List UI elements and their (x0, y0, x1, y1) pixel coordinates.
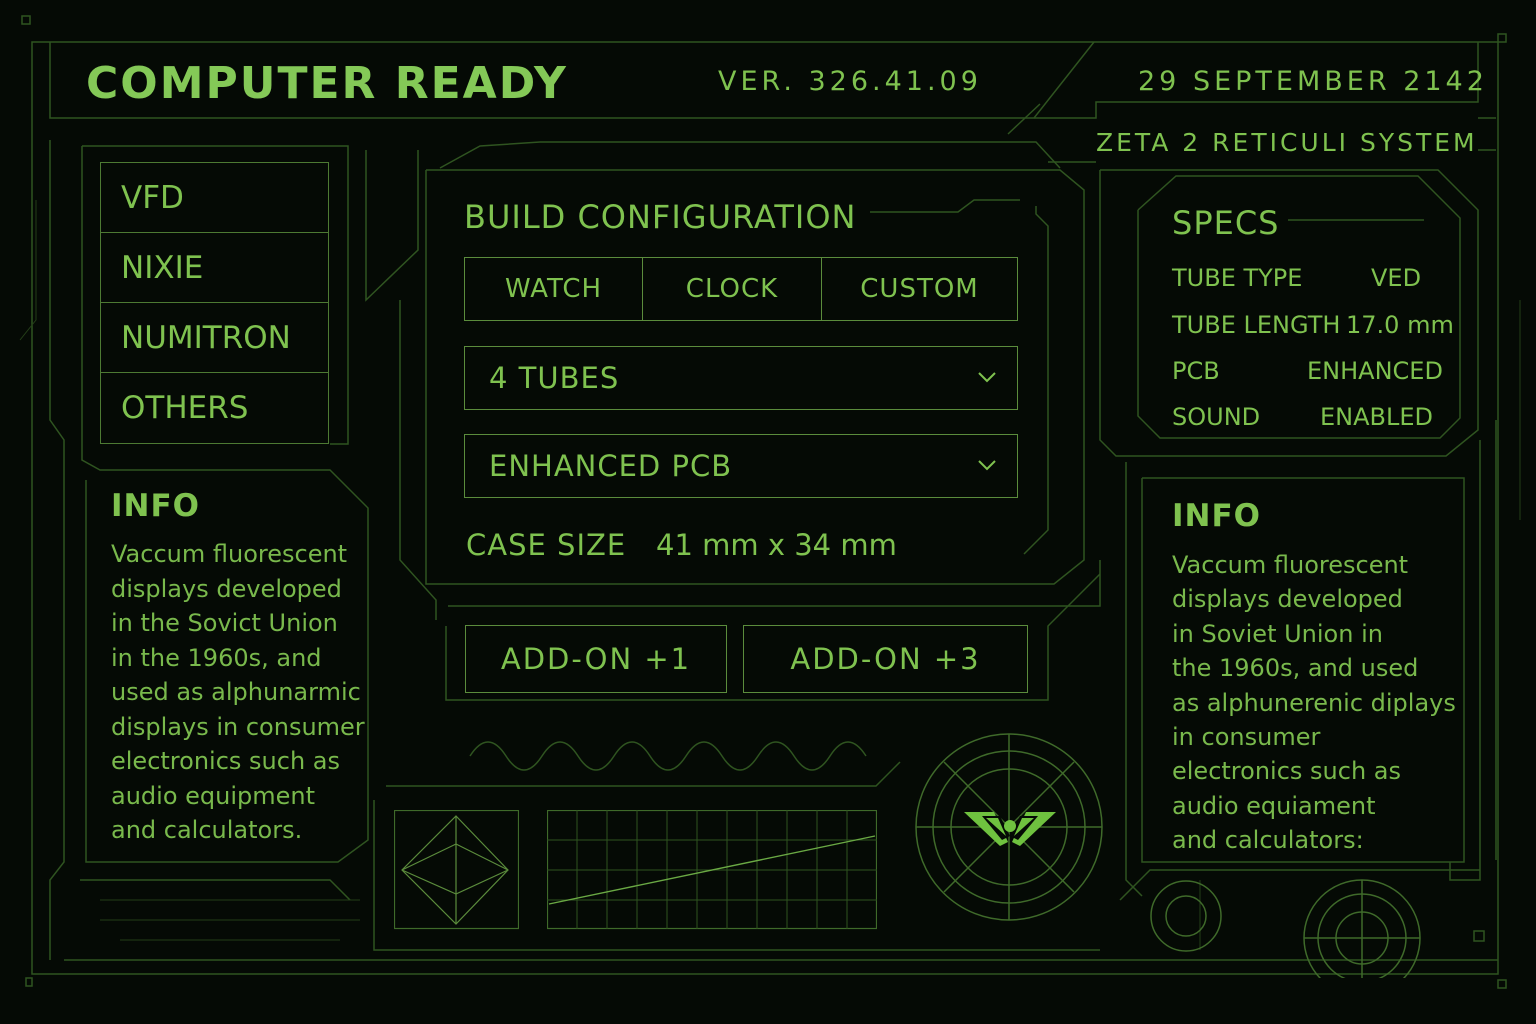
pcb-select[interactable]: ENHANCED PCB (464, 434, 1018, 498)
chevron-down-icon (978, 372, 996, 383)
info-left-heading: INFO (111, 488, 201, 524)
tube-type-others[interactable]: OTHERS (101, 373, 328, 443)
build-configuration-title: BUILD CONFIGURATION (464, 198, 857, 236)
case-size-value: 41 mm x 34 mm (656, 528, 897, 562)
tube-type-list: VFD NIXIE NUMITRON OTHERS (100, 162, 329, 444)
tube-type-nixie[interactable]: NIXIE (101, 233, 328, 303)
addon-plus-1-button[interactable]: ADD-ON +1 (465, 625, 727, 693)
spec-pcb-value: ENHANCED (1307, 357, 1443, 385)
spec-sound-value: ENABLED (1320, 403, 1434, 431)
tube-type-vfd[interactable]: VFD (101, 163, 328, 233)
grid-graph-icon (547, 810, 877, 930)
mode-selector: WATCH CLOCK CUSTOM (464, 257, 1018, 321)
octahedron-icon (394, 810, 519, 930)
tube-type-numitron[interactable]: NUMITRON (101, 303, 328, 373)
info-left-body: Vaccum fluorescent displays developed in… (111, 540, 365, 844)
system-label: ZETA 2 RETICULI SYSTEM (1096, 128, 1478, 157)
ring-decor-icon (1150, 879, 1421, 978)
addon-plus-3-button[interactable]: ADD-ON +3 (743, 625, 1028, 693)
spec-tube-length-value: 17.0 mm (1346, 311, 1454, 339)
spec-tube-type-value: VED (1371, 264, 1422, 292)
case-size-label: CASE SIZE (466, 528, 627, 562)
spec-pcb-label: PCB (1172, 357, 1220, 385)
tubes-select-value: 4 TUBES (489, 361, 620, 395)
mode-clock-button[interactable]: CLOCK (643, 258, 822, 320)
pcb-select-value: ENHANCED PCB (489, 449, 733, 483)
winged-logo-icon (964, 812, 1056, 846)
spec-sound-label: SOUND (1172, 403, 1261, 431)
page-title: COMPUTER READY (86, 58, 568, 109)
mode-watch-button[interactable]: WATCH (465, 258, 643, 320)
mode-custom-button[interactable]: CUSTOM (822, 258, 1017, 320)
specs-heading: SPECS (1172, 204, 1280, 242)
info-right-body: Vaccum fluorescent displays developed in… (1172, 551, 1456, 855)
spec-tube-type-label: TUBE TYPE (1172, 264, 1303, 292)
tubes-select[interactable]: 4 TUBES (464, 346, 1018, 410)
spec-tube-length-label: TUBE LENGTH (1172, 311, 1341, 339)
version-label: VER. 326.41.09 (718, 66, 982, 97)
date-label: 29 SEPTEMBER 2142 (1138, 66, 1488, 97)
info-right-heading: INFO (1172, 498, 1262, 534)
chevron-down-icon (978, 460, 996, 471)
